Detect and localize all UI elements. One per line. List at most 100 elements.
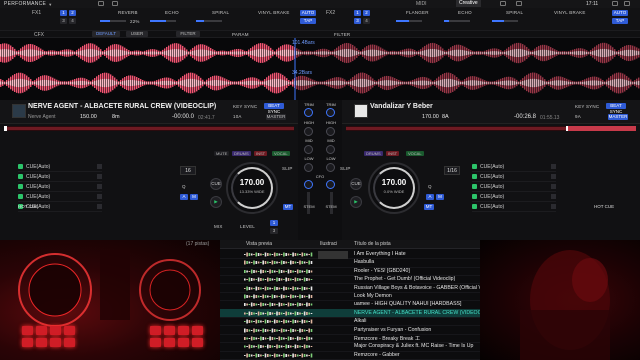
deck-a-beat-jump[interactable]: 16 xyxy=(180,166,196,175)
cue-row[interactable]: CUE(Auto) xyxy=(18,192,102,202)
trim-knob-a[interactable] xyxy=(304,108,313,117)
grid-icon[interactable] xyxy=(112,1,118,6)
record-icon[interactable] xyxy=(98,1,104,6)
track-preview-wave[interactable] xyxy=(244,336,314,341)
track-preview-wave[interactable] xyxy=(244,252,314,257)
mode-selector[interactable]: PERFORMANCE xyxy=(0,1,46,7)
track-preview-wave[interactable] xyxy=(244,319,314,324)
deck-a-slip[interactable]: SLIP xyxy=(282,166,293,171)
fx1-slider-2[interactable] xyxy=(150,20,176,22)
deck-a-hotcue-label[interactable]: HOT CUE xyxy=(18,204,38,209)
track-preview-wave[interactable] xyxy=(244,286,314,291)
deck-a-drums[interactable]: DRUMS xyxy=(232,151,251,156)
chevron-down-icon[interactable]: ▼ xyxy=(48,2,52,7)
deck-a-key-display[interactable]: 10A xyxy=(233,114,242,119)
channel-fader-a[interactable] xyxy=(307,192,310,214)
deck-b-inst[interactable]: INST xyxy=(386,151,400,156)
deck-b-a-button[interactable]: A xyxy=(426,194,434,200)
deck-a-beat-sync[interactable]: BEAT SYNC xyxy=(264,103,284,114)
fx2-deck-4[interactable]: 4 xyxy=(363,18,370,24)
col-title[interactable]: Título de la pista xyxy=(354,241,391,247)
fx1-extra-1[interactable]: VINYL BRAKE xyxy=(258,10,290,15)
fx2-effect-3[interactable]: SPIRAL xyxy=(506,10,523,15)
cfx-filter-right[interactable]: FILTER xyxy=(334,32,350,37)
settings-icon[interactable] xyxy=(500,1,506,6)
deck-a-q[interactable]: Q xyxy=(182,184,186,189)
waveform-svg[interactable] xyxy=(0,38,640,100)
eq-low-knob-b[interactable] xyxy=(326,163,335,172)
track-preview-wave[interactable] xyxy=(244,277,314,282)
fx1-deck-4[interactable]: 4 xyxy=(69,18,76,24)
fx1-effect-1[interactable]: REVERB xyxy=(118,10,138,15)
deck-a-a-button[interactable]: A xyxy=(180,194,188,200)
cfx-default-button[interactable]: DEFAULT xyxy=(92,31,120,37)
deck-b-beat-sync[interactable]: BEAT SYNC xyxy=(606,103,626,114)
deck-a-inst[interactable]: INST xyxy=(254,151,268,156)
eq-high-knob-a[interactable] xyxy=(304,127,313,136)
creative-mode-button[interactable]: Creative xyxy=(456,0,481,7)
fx1-effect-2[interactable]: ECHO xyxy=(165,10,179,15)
deck-b-beat-jump[interactable]: 1/16 xyxy=(444,166,460,175)
deck-b-vocal[interactable]: VOCAL xyxy=(406,151,424,156)
fx1-slider-1[interactable] xyxy=(100,20,126,22)
deck-b-master[interactable]: MASTER xyxy=(608,114,628,120)
deck-a-mt-button[interactable]: MT xyxy=(283,204,293,210)
cue-row[interactable]: CUE(Auto) xyxy=(472,202,556,212)
fx1-tap-button[interactable]: TAP xyxy=(300,18,316,24)
deck-b-key-display[interactable]: 9A xyxy=(575,114,581,119)
col-art[interactable]: Ilustraci xyxy=(320,241,337,247)
deck-a-vocal[interactable]: VOCAL xyxy=(272,151,290,156)
fx2-deck-2[interactable]: 2 xyxy=(363,10,370,16)
waveform-area[interactable]: 101.4Bars 34.2Bars xyxy=(0,38,640,100)
fx1-deck-3[interactable]: 3 xyxy=(60,18,67,24)
cue-row[interactable]: CUE(Auto) xyxy=(18,182,102,192)
fx1-deck-1[interactable]: 1 xyxy=(60,10,67,16)
minimize-icon[interactable] xyxy=(612,1,618,6)
cfx-user-button[interactable]: USER xyxy=(126,31,148,37)
trim-knob-b[interactable] xyxy=(326,108,335,117)
deck-b-overview-wave[interactable] xyxy=(346,126,636,131)
cfo-knob-b[interactable] xyxy=(326,180,335,189)
eq-mid-knob-a[interactable] xyxy=(304,145,313,154)
eq-mid-knob-b[interactable] xyxy=(326,145,335,154)
track-preview-wave[interactable] xyxy=(244,260,314,265)
deck-a-mute[interactable]: MUTE xyxy=(214,151,230,156)
mixer-stem-b[interactable]: STEM xyxy=(324,204,338,209)
cfo-knob-a[interactable] xyxy=(304,180,313,189)
fx2-effect-2[interactable]: ECHO xyxy=(458,10,472,15)
deck-a-master[interactable]: MASTER xyxy=(266,114,286,120)
cue-row[interactable]: CUE(Auto) xyxy=(472,172,556,182)
fx2-deck-3[interactable]: 3 xyxy=(354,18,361,24)
deck-a-keysync[interactable]: KEY SYNC xyxy=(233,104,257,109)
cue-row[interactable]: CUE(Auto) xyxy=(18,162,102,172)
deck-b-mt-button[interactable]: MT xyxy=(424,204,434,210)
cue-row[interactable]: CUE(Auto) xyxy=(18,172,102,182)
deck-a-jog-wheel[interactable]: 170.00 13.33% WIDE xyxy=(226,162,278,214)
track-preview-wave[interactable] xyxy=(244,344,314,349)
close-icon[interactable] xyxy=(624,1,630,6)
track-row[interactable]: Remzcore - Gabber xyxy=(220,351,480,360)
deck-b-slip[interactable]: SLIP xyxy=(340,166,351,171)
fx1-auto-button[interactable]: AUTO xyxy=(300,10,316,16)
deck-a-m-button[interactable]: M xyxy=(190,194,198,200)
track-preview-wave[interactable] xyxy=(244,353,314,358)
deck-b-play-button[interactable]: ▶ xyxy=(350,196,362,208)
mixer-deck-1[interactable]: 1 xyxy=(270,220,278,226)
midi-label[interactable]: MIDI xyxy=(416,1,427,7)
deck-b-cue-button[interactable]: CUE xyxy=(350,178,362,190)
fx1-effect-3[interactable]: SPIRAL xyxy=(212,10,229,15)
cfx-filter-button[interactable]: FILTER xyxy=(176,31,200,37)
fx1-deck-2[interactable]: 2 xyxy=(69,10,76,16)
deck-b-drums[interactable]: DRUMS xyxy=(364,151,383,156)
fx2-slider-1[interactable] xyxy=(396,20,422,22)
deck-b-q[interactable]: Q xyxy=(428,184,432,189)
window-icon[interactable] xyxy=(516,1,522,6)
fx2-extra-1[interactable]: VINYL BRAKE xyxy=(554,10,586,15)
fx2-auto-button[interactable]: AUTO xyxy=(612,10,628,16)
fx2-slider-3[interactable] xyxy=(492,20,518,22)
eq-high-knob-b[interactable] xyxy=(326,127,335,136)
channel-fader-b[interactable] xyxy=(330,192,333,214)
track-preview-wave[interactable] xyxy=(244,294,314,299)
deck-b-jog-wheel[interactable]: 170.00 0.0% WIDE xyxy=(368,162,420,214)
eq-low-knob-a[interactable] xyxy=(304,163,313,172)
